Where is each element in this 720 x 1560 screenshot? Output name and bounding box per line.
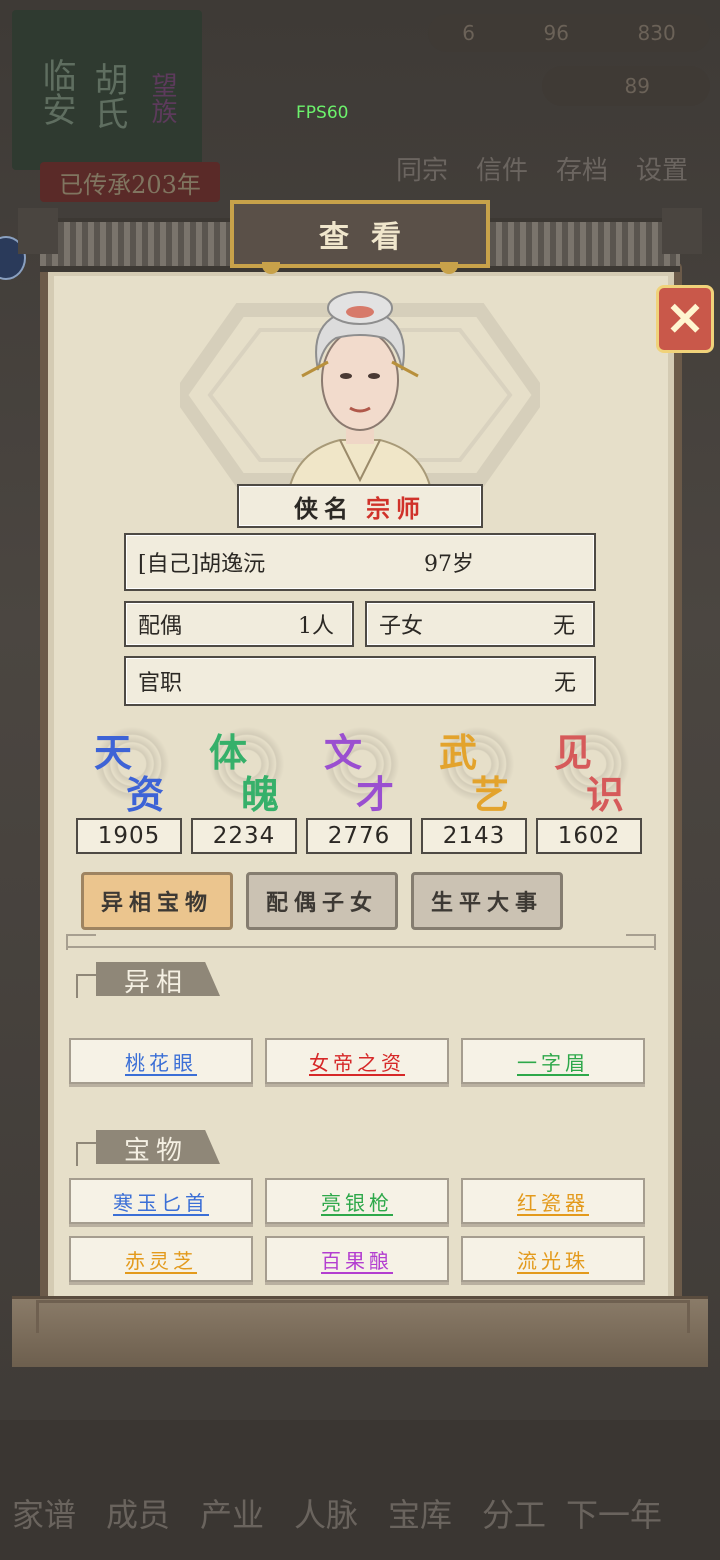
children-box: 子女 无: [365, 601, 595, 647]
menu-cundang: 存档: [556, 156, 609, 186]
office-label: 官职: [138, 671, 183, 696]
title-tag-value: 宗师: [366, 493, 426, 523]
roof-end-left: [18, 208, 58, 254]
gold-counter: 89: [542, 66, 710, 106]
stats-panel: 天 资 1905 体 魄 2234 文 才 2776 武 艺 2143 见 识 …: [76, 720, 646, 860]
resource-1: 6: [462, 21, 475, 45]
dialog-base-rail: [36, 1300, 690, 1333]
dialog-title: 查看: [230, 200, 490, 268]
menu-shezhi: 设置: [636, 156, 689, 186]
banner-text-1: 临安: [36, 58, 76, 126]
trait-item[interactable]: 女帝之资: [265, 1038, 449, 1084]
stat-jianshi-value: 1602: [536, 818, 642, 854]
section-treasures-label: 宝物: [124, 1136, 189, 1166]
identity-box: [自己]胡逸沅 97岁: [124, 533, 596, 591]
section-traits-label: 异相: [124, 968, 189, 998]
title-tag-prefix: 侠名: [294, 493, 354, 523]
divider: [66, 946, 654, 948]
treasure-item[interactable]: 亮银枪: [265, 1178, 449, 1224]
nav-chanye: 产业: [200, 1496, 265, 1534]
fps-counter: FPS60: [296, 103, 349, 123]
inherit-years: 已传承203年: [40, 162, 220, 202]
stat-tipo: 体 魄 2234: [191, 720, 299, 854]
stat-tianzi: 天 资 1905: [76, 720, 184, 854]
nav-baoku: 宝库: [388, 1496, 453, 1534]
office-value: 无: [553, 671, 576, 696]
tab-traits-treasures[interactable]: 异相宝物: [81, 872, 233, 930]
stat-tianzi-char2: 资: [126, 772, 165, 817]
section-traits-header: 异相: [76, 960, 226, 998]
stat-tipo-value: 2234: [191, 818, 297, 854]
menu-xinjian: 信件: [476, 156, 529, 186]
nav-jiapu: 家谱: [12, 1496, 77, 1534]
stat-wuyi: 武 艺 2143: [421, 720, 529, 854]
children-value: 无: [552, 614, 575, 639]
children-label: 子女: [379, 614, 424, 639]
clan-banner: 临安 胡氏 望族: [12, 10, 202, 170]
stat-wuyi-value: 2143: [421, 818, 527, 854]
character-name: [自己]胡逸沅: [138, 552, 266, 577]
stat-jianshi: 见 识 1602: [536, 720, 644, 854]
stat-tipo-char2: 魄: [241, 772, 280, 817]
divider-ornament-right: [626, 934, 656, 950]
stat-wencai-value: 2776: [306, 818, 412, 854]
title-tag: 侠名 宗师: [237, 484, 483, 528]
tab-spouse-children[interactable]: 配偶子女: [246, 872, 398, 930]
trait-item[interactable]: 桃花眼: [69, 1038, 253, 1084]
roof-end-right: [662, 208, 702, 254]
character-age: 97岁: [424, 552, 474, 577]
section-treasures-header: 宝物: [76, 1128, 226, 1166]
stat-wencai-char2: 才: [356, 772, 395, 817]
stat-tianzi-value: 1905: [76, 818, 182, 854]
resource-2: 96: [543, 21, 569, 45]
tab-life-events[interactable]: 生平大事: [411, 872, 563, 930]
banner-text-3: 望族: [147, 72, 177, 124]
nav-renmai: 人脉: [294, 1496, 359, 1534]
nav-fengong: 分工: [482, 1496, 547, 1534]
divider-ornament-left: [66, 934, 96, 950]
treasure-item[interactable]: 流光珠: [461, 1236, 645, 1282]
treasure-item[interactable]: 寒玉匕首: [69, 1178, 253, 1224]
treasure-item[interactable]: 百果酿: [265, 1236, 449, 1282]
treasure-item[interactable]: 赤灵芝: [69, 1236, 253, 1282]
nav-chengyuan: 成员: [106, 1496, 171, 1534]
stat-jianshi-char2: 识: [586, 772, 625, 817]
stat-wuyi-char2: 艺: [471, 772, 510, 817]
resource-3: 830: [637, 21, 676, 45]
close-x-icon: ✕: [665, 292, 705, 346]
spouse-value: 1人: [298, 614, 334, 639]
menu-tongzong: 同宗: [396, 156, 449, 186]
stat-wencai: 文 才 2776: [306, 720, 414, 854]
bottom-nav: 家谱 成员 产业 人脉 宝库 分工 下一年: [0, 1420, 720, 1560]
office-box: 官职 无: [124, 656, 596, 706]
trait-item[interactable]: 一字眉: [461, 1038, 645, 1084]
close-button[interactable]: ✕: [656, 285, 714, 353]
spouse-box: 配偶 1人: [124, 601, 354, 647]
nav-next-year: 下一年: [566, 1496, 663, 1534]
character-portrait: [288, 291, 432, 486]
banner-text-2: 胡氏: [88, 62, 128, 130]
treasure-item[interactable]: 红瓷器: [461, 1178, 645, 1224]
spouse-label: 配偶: [138, 614, 183, 639]
resource-bar: 6 96 830: [428, 14, 710, 52]
